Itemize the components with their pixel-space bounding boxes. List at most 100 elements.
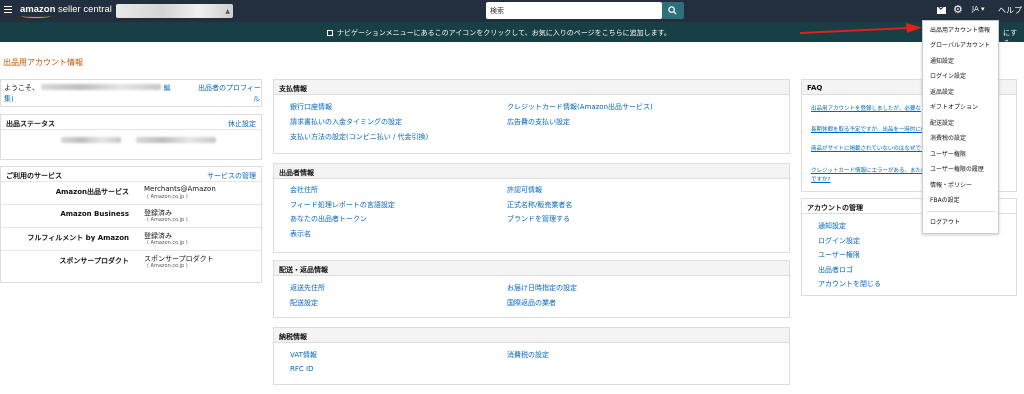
- help-link[interactable]: ヘルプ: [998, 5, 1022, 16]
- menu-item-global-account[interactable]: グローバルアカウント: [930, 40, 990, 49]
- redacted-status-detail: [136, 137, 216, 143]
- shipping-title: 配送・返品情報: [279, 266, 328, 274]
- seller-info-header: 出品者情報: [274, 164, 789, 179]
- ad-payment-link[interactable]: 広告費の支払い設定: [507, 117, 570, 127]
- tax-header: 納税情報: [274, 328, 789, 343]
- vat-info-link[interactable]: VAT情報: [290, 350, 317, 360]
- language-selector[interactable]: JA ▾: [972, 5, 984, 13]
- menu-icon[interactable]: [4, 6, 12, 15]
- faq-item[interactable]: 長期休暇を取る予定ですが、出品を一時的に停: [811, 125, 926, 133]
- display-name-link[interactable]: 表示名: [290, 229, 311, 239]
- menu-item-gift-options[interactable]: ギフトオプション: [930, 102, 978, 111]
- payment-title: 支払情報: [279, 85, 307, 93]
- search-icon: [668, 6, 677, 15]
- return-address-link[interactable]: 返送先住所: [290, 283, 325, 293]
- menu-item-info-policies[interactable]: 情報・ポリシー: [930, 180, 972, 189]
- welcome-panel: ようこそ、 編 集) 出品者のプロフィー ル: [0, 79, 262, 107]
- menu-item-returns[interactable]: 返品設定: [930, 87, 954, 96]
- gear-icon[interactable]: ⚙: [953, 3, 963, 16]
- feed-language-link[interactable]: フィード処理レポートの言語設定: [290, 200, 395, 210]
- service-row: Amazon Business 登録済み ( Amazon.co.jp ): [1, 205, 261, 228]
- menu-item-user-permissions[interactable]: ユーザー権限: [930, 149, 966, 158]
- edit-link-tail[interactable]: 集): [4, 94, 14, 104]
- login-settings-link[interactable]: ログイン設定: [818, 236, 860, 246]
- service-name: フルフィルメント by Amazon: [27, 234, 129, 242]
- seller-profile-link[interactable]: 出品者のプロフィー: [198, 83, 261, 93]
- faq-item[interactable]: 出品用アカウントを登録しましたが、必要な: [811, 104, 921, 112]
- faq-item[interactable]: クレジットカード情報にエラーがある。または: [811, 166, 927, 174]
- nav-hint: ナビゲーションメニューにあるこのアイコンをクリックして、お気に入りのページをこち…: [327, 28, 671, 38]
- international-returns-link[interactable]: 国際返品の業者: [507, 298, 556, 308]
- greeting: ようこそ、: [4, 84, 39, 92]
- service-marketplace: ( Amazon.co.jp ): [147, 217, 188, 223]
- seller-profile-link-tail[interactable]: ル: [253, 94, 260, 104]
- account-switcher[interactable]: ▲: [116, 4, 233, 18]
- top-bar: amazon seller central ▲ 検索 ⚙ JA ▾ ヘルプ: [0, 0, 1024, 22]
- legal-name-link[interactable]: 正式名称/販売業者名: [507, 200, 572, 210]
- company-address-link[interactable]: 会社住所: [290, 185, 318, 195]
- seller-central-logo[interactable]: amazon seller central: [20, 4, 112, 18]
- redacted-name: [41, 84, 162, 90]
- status-header: 出品ステータス 休止設定: [1, 115, 261, 130]
- service-marketplace: ( Amazon.co.jp ): [147, 240, 188, 246]
- menu-item-fba-settings[interactable]: FBAの設定: [930, 195, 960, 204]
- seller-token-link[interactable]: あなたの出品者トークン: [290, 214, 367, 224]
- service-marketplace: ( Amazon.co.jp ): [147, 194, 188, 200]
- lang-label: JA: [972, 5, 979, 13]
- service-value: Merchants@Amazon: [144, 185, 216, 193]
- faq-item[interactable]: 商品がサイトに掲載されていないのはなぜです: [811, 144, 927, 152]
- tax-title: 納税情報: [279, 333, 307, 341]
- service-name: Amazon Business: [60, 210, 129, 218]
- menu-item-logout[interactable]: ログアウト: [930, 217, 960, 226]
- shipping-settings-link[interactable]: 配送設定: [290, 298, 318, 308]
- user-permissions-link[interactable]: ユーザー権限: [818, 250, 860, 260]
- manage-brand-link[interactable]: ブランドを管理する: [507, 214, 570, 224]
- delivery-date-link[interactable]: お届け日時指定の設定: [507, 283, 577, 293]
- menu-item-shipping[interactable]: 配送設定: [930, 118, 954, 127]
- license-info-link[interactable]: 許認可情報: [507, 185, 542, 195]
- menu-item-permission-history[interactable]: ユーザー権限の履歴: [930, 164, 984, 173]
- manage-services-link[interactable]: サービスの管理: [207, 171, 256, 181]
- menu-item-login[interactable]: ログイン設定: [930, 71, 966, 80]
- shipping-returns-panel: 配送・返品情報 返送先住所 配送設定 お届け日時指定の設定 国際返品の業者: [273, 260, 790, 318]
- credit-card-link[interactable]: クレジットカード情報(Amazon出品サービス): [507, 102, 653, 112]
- menu-item-account-info[interactable]: 出品用アカウント情報: [930, 25, 990, 34]
- logo-smile: [21, 14, 51, 18]
- logo-rest: seller central: [55, 4, 112, 15]
- service-row: Amazon出品サービス Merchants@Amazon ( Amazon.c…: [1, 182, 261, 205]
- menu-item-tax[interactable]: 消費税の設定: [930, 133, 966, 142]
- service-row: フルフィルメント by Amazon 登録済み ( Amazon.co.jp ): [1, 228, 261, 251]
- payment-header: 支払情報: [274, 80, 789, 95]
- rfc-id-link[interactable]: RFC ID: [290, 365, 313, 373]
- mail-icon[interactable]: [937, 7, 946, 14]
- settings-dropdown-menu: 出品用アカウント情報 グローバルアカウント 通知設定 ログイン設定 返品設定 ギ…: [922, 20, 999, 234]
- service-name: スポンサープロダクト: [59, 257, 129, 265]
- service-marketplace: ( Amazon.co.jp ): [147, 263, 188, 269]
- red-arrow-annotation: [800, 23, 922, 34]
- bank-account-link[interactable]: 銀行口座情報: [290, 102, 332, 112]
- search-input[interactable]: 検索: [486, 2, 662, 19]
- bookmark-icon: [327, 30, 333, 36]
- edit-link[interactable]: 編: [163, 84, 170, 92]
- status-title: 出品ステータス: [6, 120, 55, 128]
- notification-settings-link[interactable]: 通知設定: [818, 221, 846, 231]
- payment-method-link[interactable]: 支払い方法の設定(コンビニ払い / 代金引換): [290, 132, 428, 142]
- redacted-status: [61, 137, 121, 143]
- page-title: 出品用アカウント情報: [3, 58, 83, 67]
- nav-hint-text: ナビゲーションメニューにあるこのアイコンをクリックして、お気に入りのページをこち…: [337, 29, 671, 37]
- menu-item-notifications[interactable]: 通知設定: [930, 56, 954, 65]
- close-account-link[interactable]: アカウントを閉じる: [818, 279, 881, 289]
- services-panel: ご利用のサービス サービスの管理 Amazon出品サービス Merchants@…: [0, 166, 262, 283]
- payment-info-panel: 支払情報 銀行口座情報 請求書払いの入金タイミングの設定 支払い方法の設定(コン…: [273, 79, 790, 154]
- nav-add-label[interactable]: にする: [1003, 28, 1024, 48]
- consumption-tax-link[interactable]: 消費税の設定: [507, 350, 549, 360]
- faq-item-tail[interactable]: ですか?: [811, 175, 830, 183]
- seller-logo-link[interactable]: 出品者ロゴ: [818, 265, 853, 275]
- invoice-timing-link[interactable]: 請求書払いの入金タイミングの設定: [290, 117, 402, 127]
- search-button[interactable]: [662, 2, 684, 19]
- faq-title: FAQ: [807, 84, 823, 92]
- pause-settings-link[interactable]: 休止設定: [228, 119, 256, 129]
- seller-status-panel: 出品ステータス 休止設定: [0, 114, 262, 160]
- service-name: Amazon出品サービス: [55, 188, 129, 196]
- tax-info-panel: 納税情報 VAT情報 RFC ID 消費税の設定: [273, 327, 790, 385]
